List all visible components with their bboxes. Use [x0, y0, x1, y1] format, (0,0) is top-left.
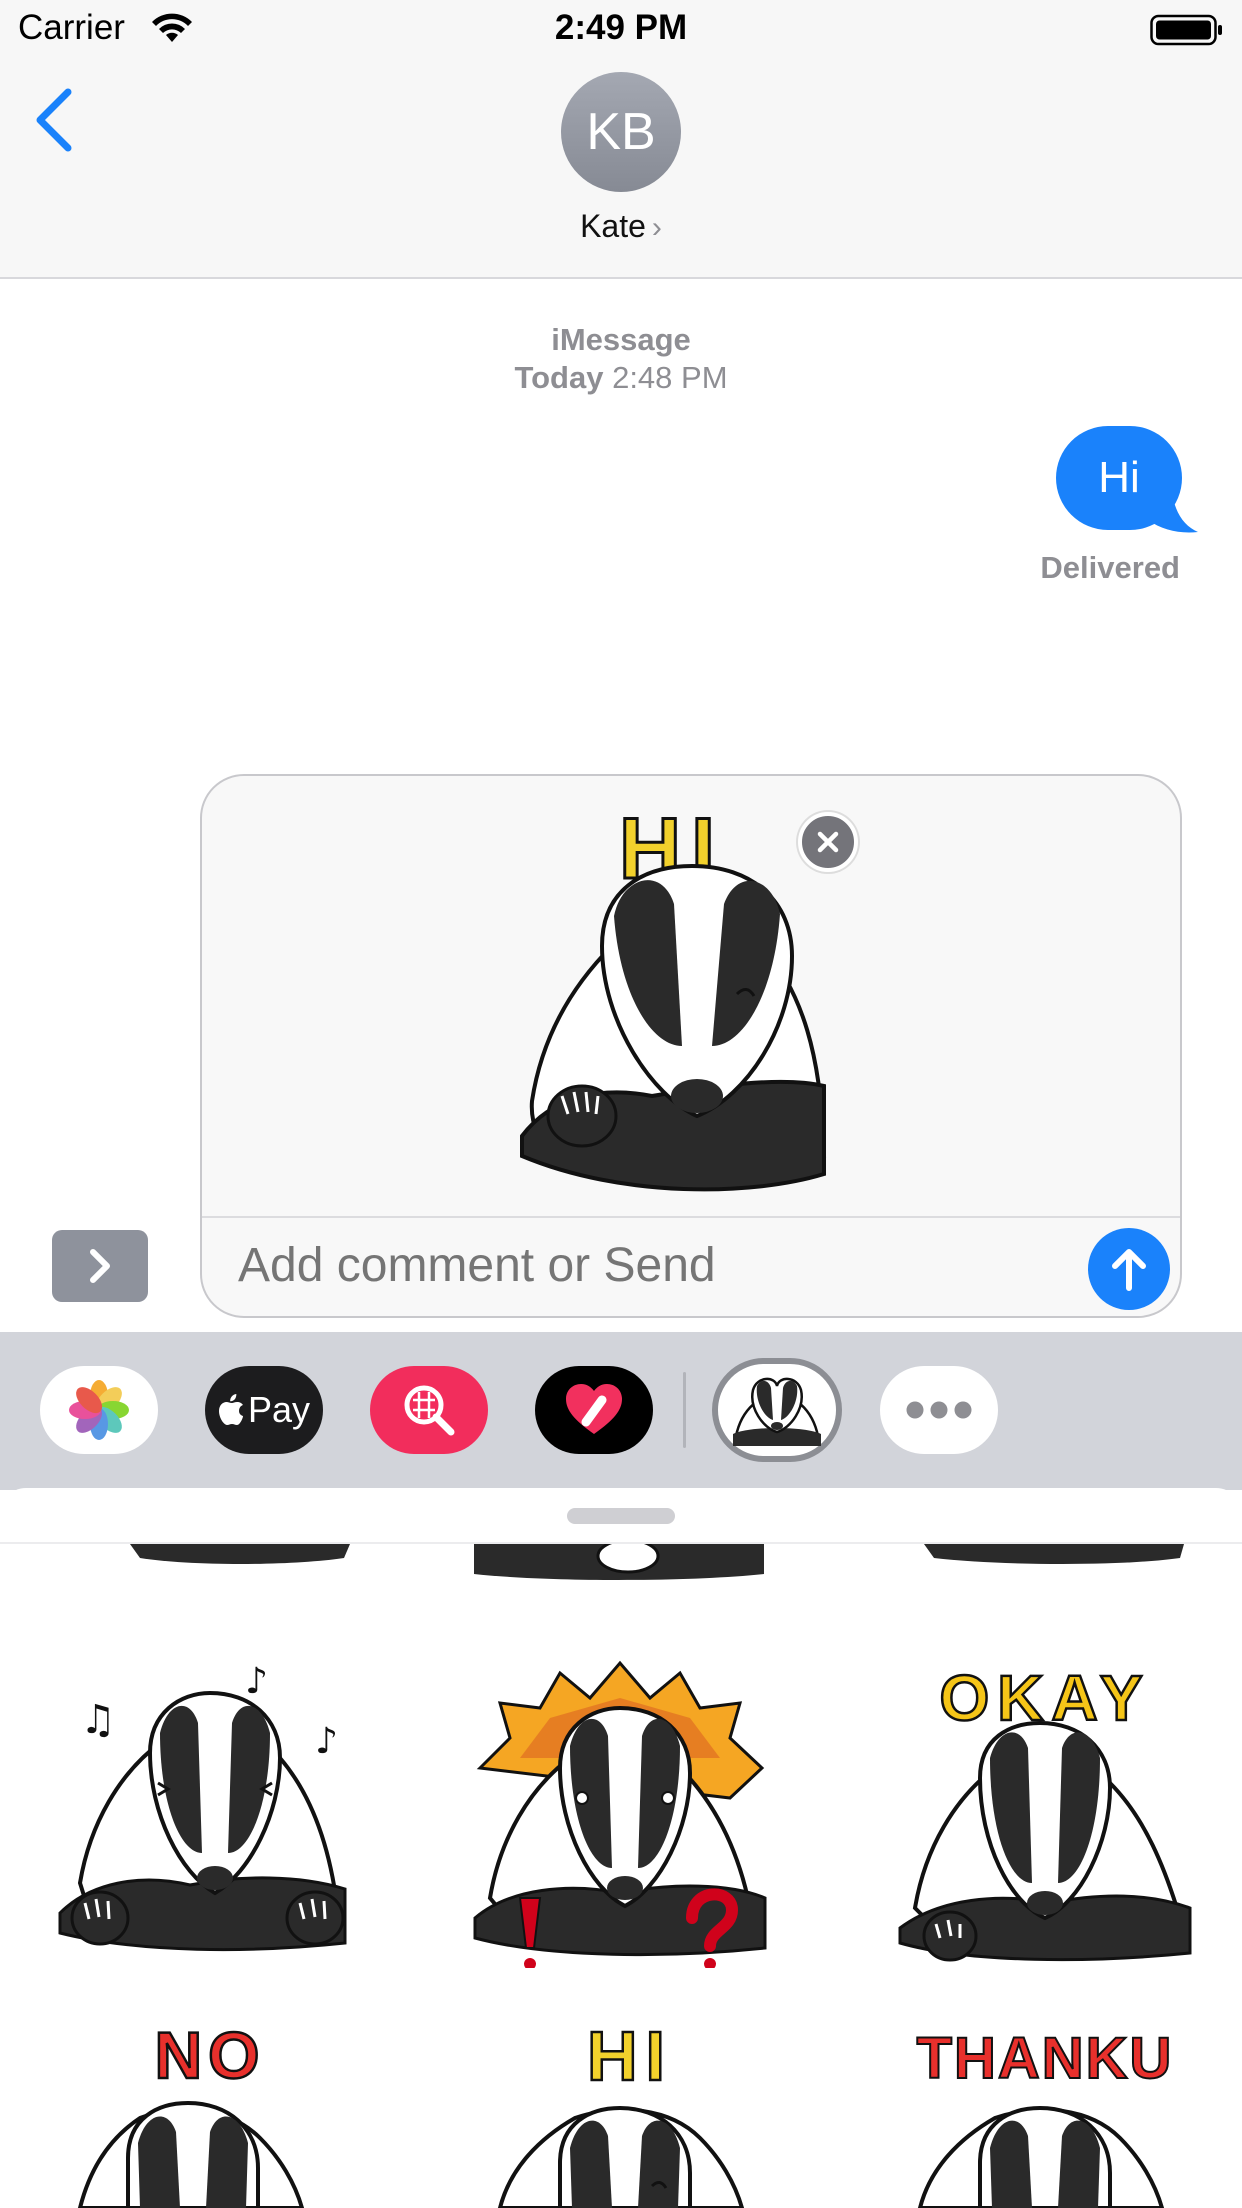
badger-sticker-app-button[interactable] — [712, 1358, 842, 1462]
svg-text:♪: ♪ — [245, 1661, 268, 1702]
svg-text:♫: ♫ — [80, 1697, 116, 1743]
avatar-initials: KB — [586, 103, 656, 161]
sticker-thanku-label: THANKU — [917, 2026, 1174, 2091]
arrow-up-icon — [1112, 1249, 1146, 1291]
close-icon — [817, 831, 839, 853]
digital-touch-app-button[interactable] — [535, 1366, 653, 1454]
sticker-no-badger[interactable]: NO — [40, 2008, 340, 2208]
photos-app-icon — [69, 1380, 129, 1440]
more-apps-button[interactable] — [880, 1366, 998, 1454]
sticker-panel: ♫ ♪ ♪ OKAY NO HI THANKU — [0, 1488, 1242, 2208]
conversation-header: Carrier 2:49 PM KB Kate › — [0, 0, 1242, 279]
image-search-app-icon — [404, 1385, 455, 1436]
chevron-right-icon: › — [651, 211, 662, 244]
badger-sticker-app-icon — [733, 1377, 821, 1446]
compose-divider — [202, 1216, 1180, 1218]
messages-screen: Carrier 2:49 PM KB Kate› iMessage Today — [0, 0, 1242, 2208]
back-chevron-icon[interactable] — [30, 84, 80, 156]
battery-icon — [1150, 14, 1222, 46]
sticker-no-label: NO — [155, 2018, 266, 2092]
sticker-cropped-1[interactable] — [130, 1544, 350, 1574]
message-bubble-outgoing[interactable]: Hi — [1056, 426, 1182, 530]
message-timestamp: Today 2:48 PM — [0, 360, 1242, 396]
timestamp-day: Today — [514, 360, 604, 395]
panel-grabber[interactable] — [567, 1508, 675, 1524]
chevron-right-icon — [90, 1249, 110, 1283]
apple-pay-app-button[interactable]: Pay — [205, 1366, 323, 1454]
photos-app-button[interactable] — [40, 1366, 158, 1454]
contact-name-button[interactable]: Kate › — [0, 208, 1242, 245]
sticker-cropped-2[interactable] — [468, 1544, 768, 1594]
sticker-thanku-badger[interactable]: THANKU — [900, 2008, 1200, 2208]
comment-input[interactable] — [238, 1238, 1038, 1293]
svg-text:♪: ♪ — [315, 1721, 338, 1762]
sticker-hi-badger[interactable]: HI — [480, 2008, 780, 2208]
sticker-music-badger[interactable]: ♫ ♪ ♪ — [50, 1653, 360, 1953]
status-bar: Carrier 2:49 PM — [0, 0, 1242, 60]
sticker-okay-badger[interactable]: OKAY — [890, 1648, 1200, 1968]
image-search-app-button[interactable] — [370, 1366, 488, 1454]
timestamp-time: 2:48 PM — [612, 360, 728, 395]
apple-logo-icon — [218, 1394, 243, 1425]
more-apps-icon — [906, 1401, 972, 1419]
message-text: Hi — [1098, 453, 1140, 502]
staged-sticker-preview: HI — [202, 776, 1180, 1216]
expand-apps-button[interactable] — [52, 1230, 148, 1302]
compose-box: HI — [200, 774, 1182, 1318]
sticker-hi-label: HI — [587, 2017, 673, 2095]
clock: 2:49 PM — [554, 8, 688, 47]
delivery-status: Delivered — [1040, 550, 1180, 585]
service-label: iMessage — [551, 322, 691, 357]
remove-sticker-button[interactable] — [798, 812, 858, 872]
drawer-divider — [683, 1372, 686, 1448]
app-drawer: Pay — [0, 1332, 1242, 1490]
sticker-surprised-badger[interactable] — [470, 1648, 770, 1968]
digital-touch-app-icon — [566, 1384, 622, 1434]
contact-name: Kate — [580, 208, 646, 244]
sticker-cropped-3[interactable] — [924, 1544, 1184, 1580]
contact-avatar[interactable]: KB — [561, 72, 681, 192]
apple-pay-label: Pay — [247, 1389, 311, 1430]
send-button[interactable] — [1088, 1228, 1170, 1310]
